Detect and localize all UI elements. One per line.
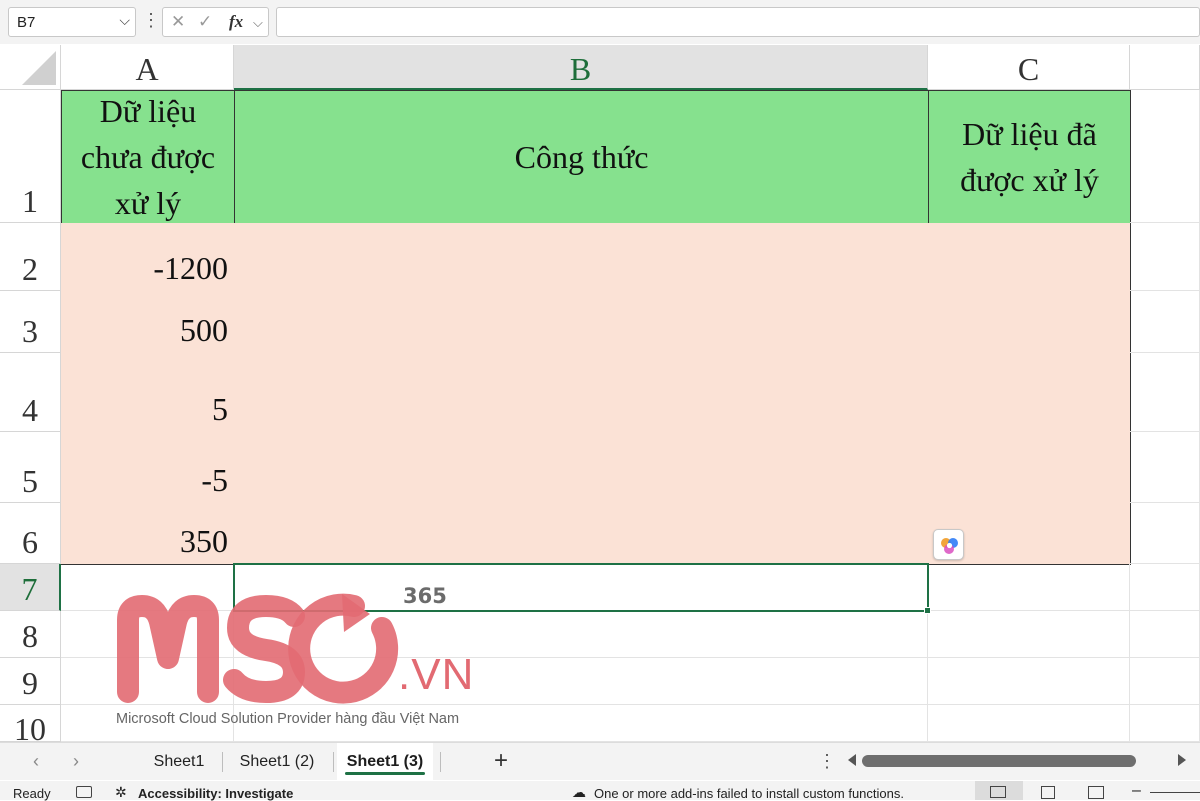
cell-a5[interactable]: -5: [61, 432, 235, 504]
cell-b5[interactable]: [234, 432, 929, 504]
select-all-button[interactable]: [0, 45, 61, 90]
cell-b2[interactable]: [234, 223, 929, 292]
cell-b4[interactable]: [234, 353, 929, 433]
cell-d8[interactable]: [1130, 611, 1200, 658]
chevron-down-icon[interactable]: ⌵: [119, 12, 130, 29]
cell-a4[interactable]: 5: [61, 353, 235, 433]
zoom-out-icon[interactable]: –: [1132, 782, 1141, 800]
cancel-icon[interactable]: ✕: [171, 12, 185, 32]
insert-function-button[interactable]: fx: [229, 12, 243, 32]
cell-d4[interactable]: [1130, 353, 1200, 432]
scroll-right-icon[interactable]: [1178, 754, 1186, 766]
tab-separator: [222, 752, 223, 772]
row-header-6[interactable]: 6: [0, 503, 61, 564]
cell-d10[interactable]: [1130, 705, 1200, 742]
cell-d2[interactable]: [1130, 223, 1200, 291]
column-header-d[interactable]: D: [1130, 45, 1200, 90]
row-header-10[interactable]: 10: [0, 705, 61, 742]
cell-d1[interactable]: [1130, 90, 1200, 223]
page-break-view-icon[interactable]: [1088, 786, 1104, 799]
enter-icon[interactable]: ✓: [198, 12, 212, 32]
horizontal-scrollbar[interactable]: [862, 755, 1136, 767]
sheet-tab-2[interactable]: Sheet1 (2): [228, 743, 326, 781]
tab-separator: [440, 752, 441, 772]
accessibility-icon: ✲: [115, 784, 127, 800]
mso-logo-watermark: [117, 593, 399, 704]
status-mode: Ready: [13, 786, 51, 801]
formula-input[interactable]: [276, 7, 1200, 37]
name-box[interactable]: B7 ⌵: [8, 7, 136, 37]
cloud-warning-icon: ☁: [572, 784, 586, 800]
accessibility-status[interactable]: Accessibility: Investigate: [138, 786, 293, 801]
chevron-right-icon[interactable]: ›: [73, 751, 79, 772]
copilot-icon[interactable]: [933, 529, 964, 560]
cell-d9[interactable]: [1130, 658, 1200, 705]
cell-b1[interactable]: Công thức: [234, 90, 929, 224]
fill-handle[interactable]: [924, 607, 931, 614]
macro-recording-icon[interactable]: [76, 786, 92, 798]
cell-c1[interactable]: Dữ liệu đã được xử lý: [928, 90, 1131, 224]
more-options-icon[interactable]: ⋮: [818, 751, 836, 772]
row-header-2[interactable]: 2: [0, 223, 61, 291]
addin-warning-message: One or more add-ins failed to install cu…: [594, 786, 904, 801]
column-header-b[interactable]: B: [234, 45, 928, 90]
column-header-a[interactable]: A: [61, 45, 234, 90]
cell-b3[interactable]: [234, 291, 929, 354]
page-layout-view-icon[interactable]: [1041, 786, 1055, 799]
column-header-c[interactable]: C: [928, 45, 1130, 90]
zoom-slider[interactable]: [1150, 792, 1200, 793]
sheet-tab-bar: ‹ › Sheet1 Sheet1 (2) Sheet1 (3) + ⋮: [0, 742, 1200, 781]
name-box-value: B7: [17, 14, 36, 31]
cell-c9[interactable]: [928, 658, 1130, 705]
grid-view-icon: [990, 786, 1006, 798]
add-sheet-button[interactable]: +: [487, 748, 515, 776]
chevron-left-icon[interactable]: ‹: [33, 751, 39, 772]
cell-a3[interactable]: 500: [61, 291, 235, 354]
watermark-365: 365: [403, 584, 447, 608]
row-header-3[interactable]: 3: [0, 291, 61, 353]
status-bar: Ready ✲ Accessibility: Investigate ☁ One…: [0, 781, 1200, 801]
cell-c3[interactable]: [928, 291, 1131, 354]
cell-d6[interactable]: [1130, 503, 1200, 564]
row-header-7[interactable]: 7: [0, 564, 61, 611]
row-header-5[interactable]: 5: [0, 432, 61, 503]
cell-d3[interactable]: [1130, 291, 1200, 353]
cell-c7[interactable]: [928, 564, 1130, 611]
row-header-4[interactable]: 4: [0, 353, 61, 432]
more-options-icon[interactable]: ⋮: [142, 10, 160, 31]
cell-c5[interactable]: [928, 432, 1131, 504]
chevron-down-icon[interactable]: ⌵: [253, 15, 263, 31]
tab-separator: [333, 752, 334, 772]
cell-a2[interactable]: -1200: [61, 223, 235, 292]
cell-c4[interactable]: [928, 353, 1131, 433]
cell-a6[interactable]: 350: [61, 503, 235, 565]
cell-d7[interactable]: [1130, 564, 1200, 611]
cell-b6[interactable]: [234, 503, 929, 565]
cell-a1[interactable]: Dữ liệu chưa được xử lý: [61, 90, 235, 224]
cell-c10[interactable]: [928, 705, 1130, 742]
formula-buttons: ✕ ✓ fx ⌵: [162, 7, 269, 37]
sheet-tab-1[interactable]: Sheet1: [140, 743, 218, 781]
scroll-left-icon[interactable]: [848, 754, 856, 766]
row-header-1[interactable]: 1: [0, 90, 61, 223]
cell-d5[interactable]: [1130, 432, 1200, 503]
row-header-9[interactable]: 9: [0, 658, 61, 705]
cell-c8[interactable]: [928, 611, 1130, 658]
sheet-tab-3-active[interactable]: Sheet1 (3): [337, 743, 433, 781]
row-header-8[interactable]: 8: [0, 611, 61, 658]
watermark-tagline: Microsoft Cloud Solution Provider hàng đ…: [116, 711, 460, 727]
cell-c2[interactable]: [928, 223, 1131, 292]
watermark-domain: .VN: [398, 650, 475, 699]
